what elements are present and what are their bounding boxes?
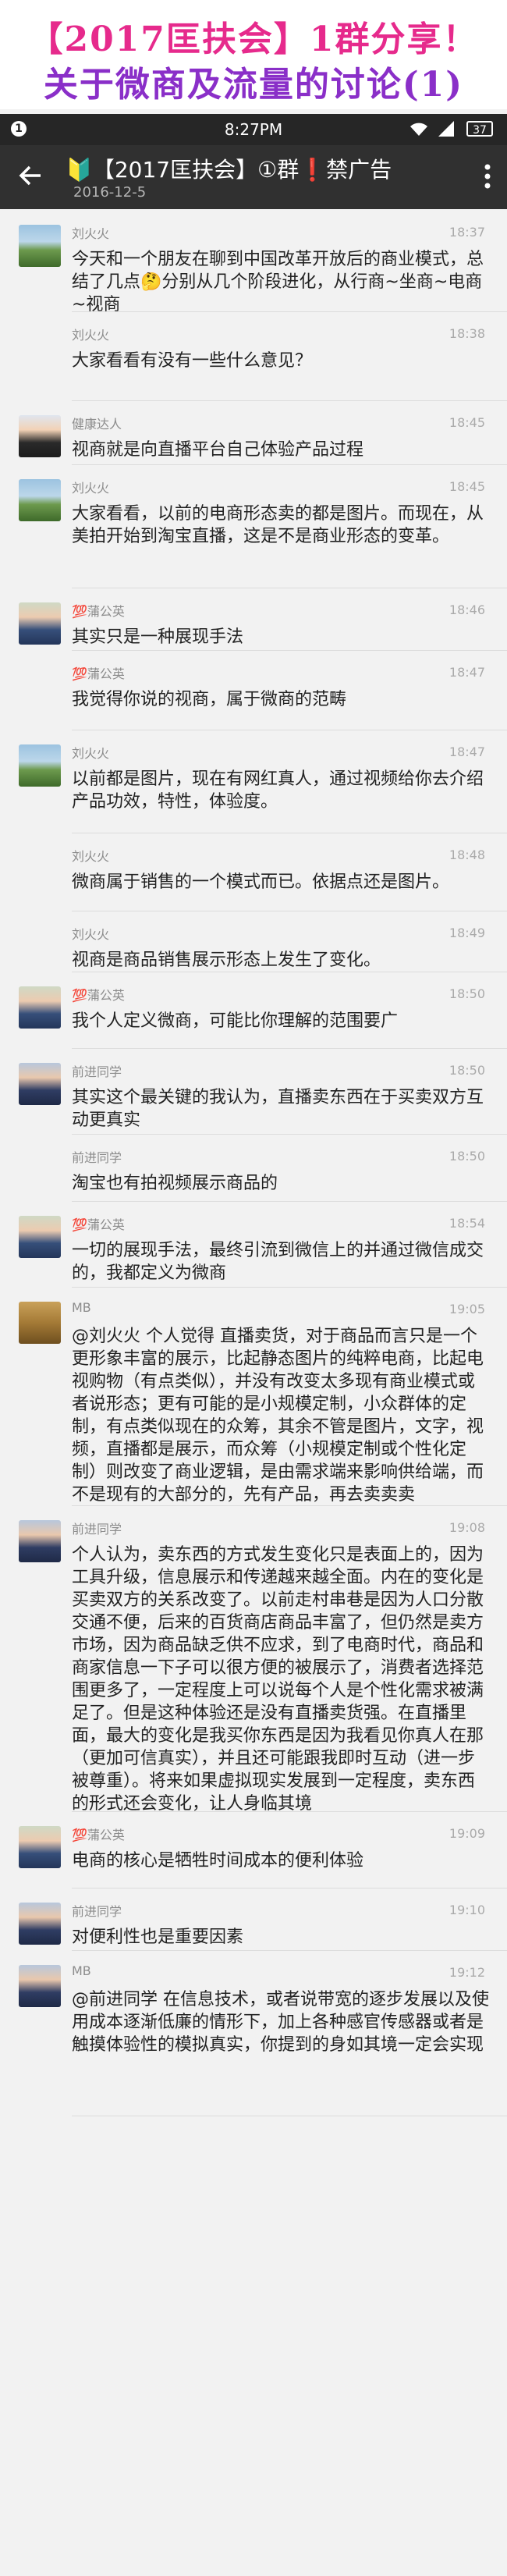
avatar[interactable] <box>19 479 61 521</box>
message-text: 淘宝也有拍视频展示商品的 <box>72 1174 278 1193</box>
message-time: 18:48 <box>448 847 485 862</box>
message-item: 前进同学 18:50 其实这个最关键的我认为，直播卖东西在于买卖双方互动更真实 <box>0 1049 507 1135</box>
sender-name: 前进同学 <box>72 1904 122 1919</box>
message-time: 18:50 <box>448 1063 485 1078</box>
sender-name: MB <box>72 1963 91 1978</box>
avatar[interactable] <box>19 1965 61 2007</box>
message-item: 💯蒲公英 19:09 电商的核心是牺牲时间成本的便利体验 <box>0 1812 507 1888</box>
message-time: 18:50 <box>448 1149 485 1164</box>
message-item: 前进同学 19:08 个人认为，卖东西的方式发生变化只是表面上的，因为工具升级，信息… <box>0 1506 507 1814</box>
message-item: 💯蒲公英 18:50 我个人定义微商，可能比你理解的范围要广 <box>0 972 507 1049</box>
banner: 【2017匡扶会】1群分享！ 关于微商及流量的讨论(1) <box>0 0 507 109</box>
sender-name: 刘火火 <box>72 746 110 761</box>
banner-subtitle: 关于微商及流量的讨论(1) <box>43 65 464 105</box>
status-time: 8:27PM <box>224 120 283 139</box>
message-item: 刘火火 18:37 今天和一个朋友在聊到中国改革开放后的商业模式，总结了几点🤔分别从… <box>0 211 507 314</box>
message-time: 18:47 <box>448 665 485 680</box>
signal-icon <box>438 121 454 137</box>
sender-name: 刘火火 <box>72 328 110 343</box>
avatar[interactable] <box>19 1903 61 1945</box>
sender-name: MB <box>72 1300 91 1315</box>
chat-date: 2016-12-5 <box>73 184 147 201</box>
banner-title: 【2017匡扶会】1群分享！ <box>28 20 479 59</box>
message-time: 18:50 <box>448 986 485 1001</box>
message-time: 19:08 <box>448 1520 485 1535</box>
message-time: 18:47 <box>448 744 485 759</box>
message-time: 19:10 <box>448 1903 485 1917</box>
sender-name: 💯蒲公英 <box>72 666 125 681</box>
message-time: 19:09 <box>448 1826 485 1841</box>
message-text: @前进同学 在信息技术，或者说带宽的逐步发展以及使用成本逐渐低廉的情形下，加上各… <box>72 1990 489 2055</box>
message-item: 刘火火 18:48 微商属于销售的一个模式而已。依据点还是图片。 <box>0 833 507 911</box>
message-time: 18:37 <box>448 225 485 240</box>
sender-name: 💯蒲公英 <box>72 1828 125 1842</box>
battery-icon: 37 <box>466 121 493 137</box>
more-menu-icon[interactable] <box>482 162 493 190</box>
message-item: 💯蒲公英 18:46 其实只是一种展现手法 <box>0 588 507 651</box>
message-text: @刘火火 个人觉得 直播卖货，对于商品而言只是一个更形象丰富的展示，比起静态图片… <box>72 1327 484 1505</box>
message-time: 18:38 <box>448 326 485 341</box>
message-text: 电商的核心是牺牲时间成本的便利体验 <box>72 1851 364 1871</box>
sender-name: 💯蒲公英 <box>72 604 125 619</box>
message-item: MB 19:12 @前进同学 在信息技术，或者说带宽的逐步发展以及使用成本逐渐低廉的… <box>0 1951 507 2116</box>
message-text: 微商属于销售的一个模式而已。依据点还是图片。 <box>72 872 450 892</box>
message-item: 刘火火 18:45 大家看看，以前的电商形态卖的都是图片。而现在，从美拍开始到淘宝直… <box>0 465 507 588</box>
avatar[interactable] <box>19 1302 61 1344</box>
message-time: 18:49 <box>448 926 485 940</box>
message-text: 我觉得你说的视商，属于微商的范畴 <box>72 690 347 709</box>
avatar[interactable] <box>19 602 61 645</box>
avatar[interactable] <box>19 225 61 267</box>
message-time: 18:54 <box>448 1216 485 1231</box>
message-time: 18:46 <box>448 602 485 617</box>
message-time: 19:05 <box>448 1302 485 1316</box>
message-item: 刘火火 18:47 以前都是图片，现在有网红真人，通过视频给你去介绍产品功效，特性，… <box>0 730 507 833</box>
sender-name: 刘火火 <box>72 849 110 864</box>
message-text: 对便利性也是重要因素 <box>72 1928 244 1947</box>
back-arrow-icon[interactable] <box>17 162 44 189</box>
avatar[interactable] <box>19 1063 61 1105</box>
avatar[interactable] <box>19 1826 61 1868</box>
sender-name: 前进同学 <box>72 1064 122 1079</box>
message-text: 我个人定义微商，可能比你理解的范围要广 <box>72 1011 399 1031</box>
avatar[interactable] <box>19 1520 61 1562</box>
sender-name: 健康达人 <box>72 417 122 432</box>
chat-header: 🔰【2017匡扶会】①群❗禁广告 2016-12-5 <box>0 145 507 209</box>
message-item: 刘火火 18:49 视商是商品销售展示形态上发生了变化。 <box>0 911 507 972</box>
message-text: 其实这个最关键的我认为，直播卖东西在于买卖双方互动更真实 <box>72 1088 484 1130</box>
message-text: 今天和一个朋友在聊到中国改革开放后的商业模式，总结了几点🤔分别从几个阶段进化，从… <box>72 250 484 314</box>
message-item: MB 19:05 @刘火火 个人觉得 直播卖货，对于商品而言只是一个更形象丰富的展示… <box>0 1288 507 1506</box>
sender-name: 💯蒲公英 <box>72 988 125 1003</box>
sender-name: 前进同学 <box>72 1522 122 1537</box>
message-time: 19:12 <box>448 1965 485 1980</box>
message-time: 18:45 <box>448 415 485 430</box>
avatar[interactable] <box>19 986 61 1029</box>
message-item: 💯蒲公英 18:47 我觉得你说的视商，属于微商的范畴 <box>0 651 507 730</box>
message-text: 大家看看，以前的电商形态卖的都是图片。而现在，从美拍开始到淘宝直播，这是不是商业… <box>72 504 484 546</box>
avatar[interactable] <box>19 415 61 457</box>
chat-title: 🔰【2017匡扶会】①群❗禁广告 <box>66 157 392 183</box>
message-text: 以前都是图片，现在有网红真人，通过视频给你去介绍产品功效，特性，体验度。 <box>72 769 484 812</box>
message-item: 💯蒲公英 18:54 一切的展现手法，最终引流到微信上的并通过微信成交的，我都定义为… <box>0 1202 507 1288</box>
message-time: 18:45 <box>448 479 485 494</box>
sender-name: 刘火火 <box>72 927 110 942</box>
message-item: 刘火火 18:38 大家看看有没有一些什么意见？ <box>0 312 507 401</box>
wifi-icon <box>410 123 427 136</box>
status-bar: 1 8:27PM 37 <box>0 114 507 145</box>
avatar[interactable] <box>19 1216 61 1258</box>
message-text: 视商就是向直播平台自己体验产品过程 <box>72 440 364 460</box>
sender-name: 💯蒲公英 <box>72 1217 125 1232</box>
avatar[interactable] <box>19 744 61 787</box>
message-item: 健康达人 18:45 视商就是向直播平台自己体验产品过程 <box>0 401 507 465</box>
sender-name: 前进同学 <box>72 1150 122 1165</box>
sender-name: 刘火火 <box>72 226 110 241</box>
message-item: 前进同学 18:50 淘宝也有拍视频展示商品的 <box>0 1135 507 1202</box>
sender-name: 刘火火 <box>72 481 110 496</box>
message-text: 大家看看有没有一些什么意见？ <box>72 351 313 371</box>
message-text: 视商是商品销售展示形态上发生了变化。 <box>72 950 381 970</box>
message-item: 前进同学 19:10 对便利性也是重要因素 <box>0 1888 507 1951</box>
message-text: 个人认为，卖东西的方式发生变化只是表面上的，因为工具升级，信息展示和传递越来越全… <box>72 1545 484 1814</box>
message-text: 其实只是一种展现手法 <box>72 627 244 647</box>
message-text: 一切的展现手法，最终引流到微信上的并通过微信成交的，我都定义为微商 <box>72 1241 484 1283</box>
